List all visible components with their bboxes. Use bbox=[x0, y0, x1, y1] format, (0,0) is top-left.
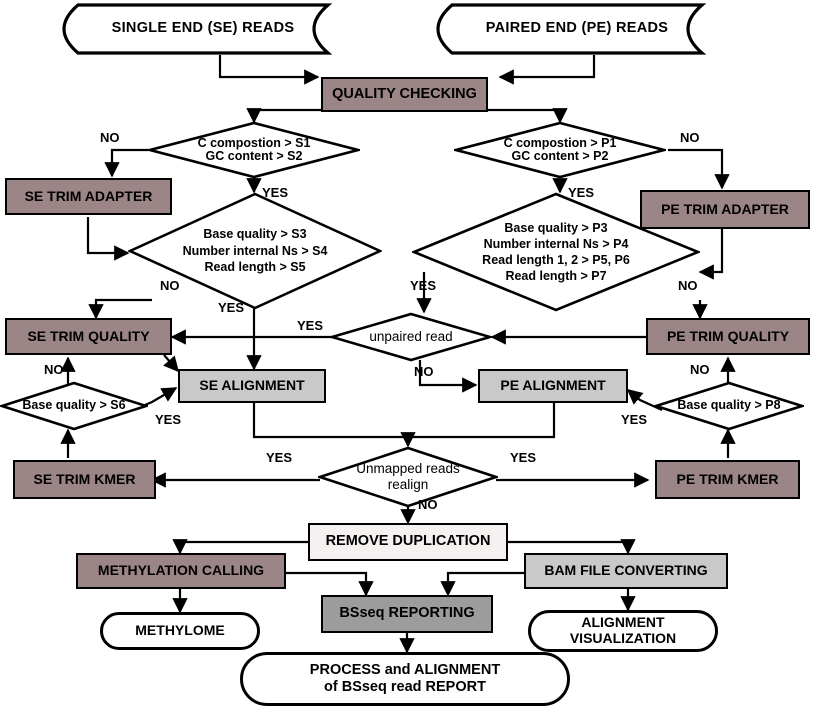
node-label-line1: PROCESS and ALIGNMENT bbox=[309, 661, 501, 678]
edge-label-unmapped-yes-right: YES bbox=[510, 450, 537, 465]
node-label-line3: Read length > S5 bbox=[204, 260, 306, 275]
node-label: SINGLE END (SE) READS bbox=[111, 20, 295, 37]
node-label-line1: ALIGNMENT bbox=[581, 614, 665, 631]
node-label: PE ALIGNMENT bbox=[500, 377, 606, 394]
node-label-line4: Read length > P7 bbox=[505, 269, 607, 284]
node-label-line1: C compostion > P1 bbox=[503, 135, 617, 150]
edge-label-pe-qual-yes: YES bbox=[410, 278, 437, 293]
node-label: SE ALIGNMENT bbox=[199, 377, 305, 394]
node-pe-alignment[interactable]: PE ALIGNMENT bbox=[478, 369, 628, 403]
node-se-trim-kmer[interactable]: SE TRIM KMER bbox=[13, 460, 156, 499]
node-se-trim-quality[interactable]: SE TRIM QUALITY bbox=[5, 318, 172, 355]
node-label-line1: Unmapped reads bbox=[356, 461, 460, 477]
node-label: Base quality > P8 bbox=[677, 398, 781, 413]
edge-label-pe-bq-yes: YES bbox=[621, 412, 648, 427]
node-label: QUALITY CHECKING bbox=[332, 85, 477, 102]
node-label-line2: GC content > P2 bbox=[511, 149, 609, 163]
node-label: PE TRIM QUALITY bbox=[666, 327, 790, 344]
node-label-block: C compostion > S1 GC content > S2 bbox=[197, 135, 311, 164]
node-unmapped-reads-decision[interactable]: Unmapped reads realign bbox=[318, 446, 498, 508]
node-label-line2: VISUALIZATION bbox=[569, 630, 677, 646]
edge-label-unmapped-no: NO bbox=[418, 497, 438, 512]
node-pe-quality-decision[interactable]: Base quality > P3 Number internal Ns > P… bbox=[412, 192, 700, 312]
node-pe-reads[interactable]: PAIRED END (PE) READS bbox=[412, 3, 742, 55]
node-bsseq-reporting[interactable]: BSseq REPORTING bbox=[321, 595, 493, 633]
node-remove-duplication[interactable]: REMOVE DUPLICATION bbox=[308, 523, 508, 561]
node-final-report[interactable]: PROCESS and ALIGNMENT of BSseq read REPO… bbox=[240, 652, 570, 706]
node-label-line1: C compostion > S1 bbox=[197, 135, 311, 150]
edge-label-unpaired-no: NO bbox=[414, 364, 434, 379]
node-label: METHYLATION CALLING bbox=[97, 562, 265, 579]
edge-label-pe-qual-no: NO bbox=[678, 278, 698, 293]
node-label-line1: Base quality > S3 bbox=[203, 226, 307, 241]
node-label: METHYLOME bbox=[135, 622, 225, 639]
node-label-line2: of BSseq read REPORT bbox=[324, 679, 486, 695]
node-label-block: Unmapped reads realign bbox=[356, 461, 460, 492]
edge-label-unpaired-yes: YES bbox=[297, 318, 324, 333]
edge-label-se-comp-no: NO bbox=[100, 130, 120, 145]
node-label-block: C compostion > P1 GC content > P2 bbox=[503, 135, 617, 164]
node-label: PE TRIM KMER bbox=[676, 470, 779, 487]
node-label-block: Base quality > P3 Number internal Ns > P… bbox=[482, 220, 630, 285]
node-unpaired-read-decision[interactable]: unpaired read bbox=[330, 312, 492, 362]
node-quality-checking[interactable]: QUALITY CHECKING bbox=[321, 77, 488, 112]
node-label-block: PROCESS and ALIGNMENT of BSseq read REPO… bbox=[310, 662, 500, 697]
node-label-line3: Read length 1, 2 > P5, P6 bbox=[482, 253, 630, 267]
edge-label-pe-bq-no: NO bbox=[690, 362, 710, 377]
node-label: SE TRIM QUALITY bbox=[27, 327, 150, 344]
edge-label-unmapped-yes-left: YES bbox=[266, 450, 293, 465]
node-bam-file-converting[interactable]: BAM FILE CONVERTING bbox=[524, 553, 728, 589]
edge-label-se-qual-yes: YES bbox=[218, 300, 245, 315]
node-se-alignment[interactable]: SE ALIGNMENT bbox=[178, 369, 326, 403]
node-pe-base-quality-decision[interactable]: Base quality > P8 bbox=[654, 381, 804, 431]
node-pe-trim-kmer[interactable]: PE TRIM KMER bbox=[655, 460, 800, 499]
node-label-block: Base quality > S3 Number internal Ns > S… bbox=[183, 226, 328, 277]
edge-label-se-qual-no: NO bbox=[160, 278, 180, 293]
node-methylation-calling[interactable]: METHYLATION CALLING bbox=[76, 553, 286, 589]
node-pe-trim-quality[interactable]: PE TRIM QUALITY bbox=[646, 318, 810, 355]
node-label: PAIRED END (PE) READS bbox=[485, 20, 669, 37]
node-se-reads[interactable]: SINGLE END (SE) READS bbox=[38, 3, 368, 55]
node-label: unpaired read bbox=[369, 328, 453, 344]
node-se-base-quality-decision[interactable]: Base quality > S6 bbox=[0, 381, 148, 431]
node-label-line2: GC content > S2 bbox=[205, 149, 303, 163]
node-label: BAM FILE CONVERTING bbox=[544, 562, 708, 579]
flowchart-canvas: SINGLE END (SE) READS PAIRED END (PE) RE… bbox=[0, 0, 814, 712]
edge-label-pe-comp-no: NO bbox=[680, 130, 700, 145]
node-pe-composition-decision[interactable]: C compostion > P1 GC content > P2 bbox=[454, 121, 666, 179]
node-label-line2: Number internal Ns > S4 bbox=[182, 243, 328, 258]
node-label: REMOVE DUPLICATION bbox=[325, 533, 491, 550]
node-label: BSseq REPORTING bbox=[339, 605, 475, 622]
node-alignment-visualization[interactable]: ALIGNMENT VISUALIZATION bbox=[528, 610, 718, 652]
node-label: SE TRIM KMER bbox=[33, 470, 136, 487]
node-label-line1: Base quality > P3 bbox=[504, 220, 608, 235]
edge-label-se-comp-yes: YES bbox=[262, 185, 289, 200]
edge-label-se-bq-no: NO bbox=[44, 362, 64, 377]
node-label-line2: realign bbox=[387, 477, 429, 492]
node-label-block: ALIGNMENT VISUALIZATION bbox=[570, 615, 676, 646]
node-se-composition-decision[interactable]: C compostion > S1 GC content > S2 bbox=[148, 121, 360, 179]
edge-label-pe-comp-yes: YES bbox=[568, 185, 595, 200]
node-methylome[interactable]: METHYLOME bbox=[100, 612, 260, 650]
node-label: Base quality > S6 bbox=[22, 398, 126, 413]
edge-label-se-bq-yes: YES bbox=[155, 412, 182, 427]
node-label-line2: Number internal Ns > P4 bbox=[483, 236, 629, 251]
